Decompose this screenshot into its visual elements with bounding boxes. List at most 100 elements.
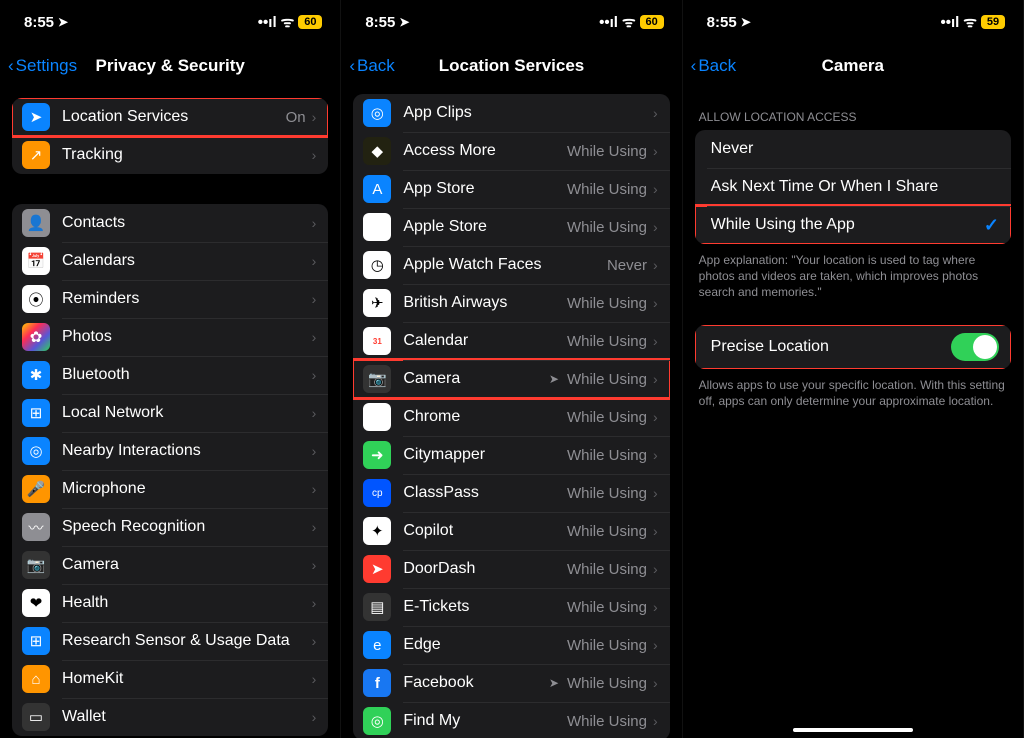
list-row[interactable]: ➜CitymapperWhile Using› [353, 436, 669, 474]
app-list: ◎App Clips›◆Access MoreWhile Using›AApp … [341, 88, 681, 738]
status-bar: 8:55 ➤ ••ıl ᯤ 60 [341, 0, 681, 44]
row-detail: On [286, 109, 306, 126]
option-label: Ask Next Time Or When I Share [711, 178, 999, 196]
research-icon: ⊞ [22, 627, 50, 655]
list-row[interactable]: ↗Tracking› [12, 136, 328, 174]
list-row[interactable]: ➤Location ServicesOn› [12, 98, 328, 136]
row-label: Tracking [62, 146, 306, 164]
battery-icon: 60 [298, 15, 322, 29]
list-row[interactable]: ✿Photos› [12, 318, 328, 356]
list-row[interactable]: ⦿ Reminders › [12, 280, 328, 318]
chevron-right-icon: › [653, 143, 658, 159]
row-detail: While Using [567, 143, 647, 160]
access-option[interactable]: While Using the App✓ [695, 206, 1011, 244]
row-label: Location Services [62, 108, 280, 126]
watch-faces-icon: ◷ [363, 251, 391, 279]
list-row[interactable]: ⊞Research Sensor & Usage Data› [12, 622, 328, 660]
row-label: Access More [403, 142, 561, 160]
back-button[interactable]: ‹ Settings [8, 56, 77, 76]
access-option[interactable]: Never [695, 130, 1011, 168]
signal-icon: ••ıl [940, 14, 959, 31]
chevron-right-icon: › [312, 709, 317, 725]
row-label: Chrome [403, 408, 561, 426]
list-row[interactable]: ▤E-TicketsWhile Using› [353, 588, 669, 626]
location-arrow-indicator-icon: ➤ [549, 372, 559, 386]
list-row[interactable]: 〰Speech Recognition› [12, 508, 328, 546]
camera-icon: 📷 [22, 551, 50, 579]
location-arrow-icon: ➤ [399, 15, 409, 29]
calendar-icon: 📅 [22, 247, 50, 275]
row-label: DoorDash [403, 560, 561, 578]
list-row[interactable]: fFacebook➤While Using› [353, 664, 669, 702]
row-label: ClassPass [403, 484, 561, 502]
battery-icon: 60 [640, 15, 664, 29]
access-options-group: Never Ask Next Time Or When I Share While … [695, 130, 1011, 244]
status-bar: 8:55 ➤ ••ıl ᯤ 59 [683, 0, 1023, 44]
list-row[interactable]: ◎App Clips› [353, 94, 669, 132]
local-network-icon: ⊞ [22, 399, 50, 427]
row-detail: While Using [567, 485, 647, 502]
list-row[interactable]: ◎Find MyWhile Using› [353, 702, 669, 738]
chevron-right-icon: › [312, 291, 317, 307]
access-option[interactable]: Ask Next Time Or When I Share [695, 168, 1011, 206]
row-label: Contacts [62, 214, 306, 232]
precise-location-group: Precise Location [695, 325, 1011, 369]
list-row[interactable]: 👤 Contacts › [12, 204, 328, 242]
list-row[interactable]: ⌂HomeKit› [12, 660, 328, 698]
list-row[interactable]: cpClassPassWhile Using› [353, 474, 669, 512]
list-row[interactable]: ✈British AirwaysWhile Using› [353, 284, 669, 322]
list-row[interactable]: ➤DoorDashWhile Using› [353, 550, 669, 588]
list-row[interactable]: AApp StoreWhile Using› [353, 170, 669, 208]
precise-location-row: Precise Location [695, 325, 1011, 369]
row-label: App Store [403, 180, 561, 198]
list-row[interactable]: eEdgeWhile Using› [353, 626, 669, 664]
chevron-right-icon: › [653, 181, 658, 197]
list-row[interactable]: Apple StoreWhile Using› [353, 208, 669, 246]
list-row[interactable]: ◉ChromeWhile Using› [353, 398, 669, 436]
panel-camera-location: 8:55 ➤ ••ıl ᯤ 59 ‹ Back Camera ALLOW LOC… [683, 0, 1024, 738]
etickets-icon: ▤ [363, 593, 391, 621]
list-row[interactable]: 📅Calendars› [12, 242, 328, 280]
page-title: Privacy & Security [96, 56, 245, 76]
back-label: Back [357, 56, 395, 76]
list-row[interactable]: ✱Bluetooth› [12, 356, 328, 394]
nearby-icon: ◎ [22, 437, 50, 465]
reminders-icon: ⦿ [22, 285, 50, 313]
row-detail: While Using [567, 219, 647, 236]
list-row[interactable]: ◷Apple Watch FacesNever› [353, 246, 669, 284]
location-arrow-indicator-icon: ➤ [549, 676, 559, 690]
list-row[interactable]: 🎤Microphone› [12, 470, 328, 508]
precise-location-toggle[interactable] [951, 333, 999, 361]
list-row[interactable]: 📷Camera› [12, 546, 328, 584]
list-row[interactable]: 📷Camera➤While Using› [353, 360, 669, 398]
row-label: Reminders [62, 290, 306, 308]
list-row[interactable]: ◎Nearby Interactions› [12, 432, 328, 470]
status-bar: 8:55 ➤ ••ıl ᯤ 60 [0, 0, 340, 44]
classpass-icon: cp [363, 479, 391, 507]
list-row[interactable]: ✦CopilotWhile Using› [353, 512, 669, 550]
back-button[interactable]: ‹ Back [691, 56, 736, 76]
chevron-right-icon: › [312, 147, 317, 163]
page-title: Camera [822, 56, 884, 76]
list-row[interactable]: 31CalendarWhile Using› [353, 322, 669, 360]
chevron-right-icon: › [312, 595, 317, 611]
list-row[interactable]: ❤Health› [12, 584, 328, 622]
chevron-right-icon: › [312, 215, 317, 231]
back-button[interactable]: ‹ Back [349, 56, 394, 76]
nav-bar: ‹ Back Camera [683, 44, 1023, 88]
status-time: 8:55 [24, 14, 54, 31]
speech-icon: 〰 [22, 513, 50, 541]
location-arrow-icon: ➤ [741, 15, 751, 29]
row-label: HomeKit [62, 670, 306, 688]
list-row[interactable]: ◆Access MoreWhile Using› [353, 132, 669, 170]
precise-footer: Allows apps to use your specific locatio… [683, 369, 1023, 409]
chevron-left-icon: ‹ [8, 56, 14, 76]
row-label: Camera [62, 556, 306, 574]
list-row[interactable]: ▭Wallet› [12, 698, 328, 736]
row-label: Nearby Interactions [62, 442, 306, 460]
wifi-icon: ᯤ [622, 12, 636, 32]
list-row[interactable]: ⊞Local Network› [12, 394, 328, 432]
contacts-icon: 👤 [22, 209, 50, 237]
home-indicator[interactable] [793, 728, 913, 732]
row-label: Calendars [62, 252, 306, 270]
